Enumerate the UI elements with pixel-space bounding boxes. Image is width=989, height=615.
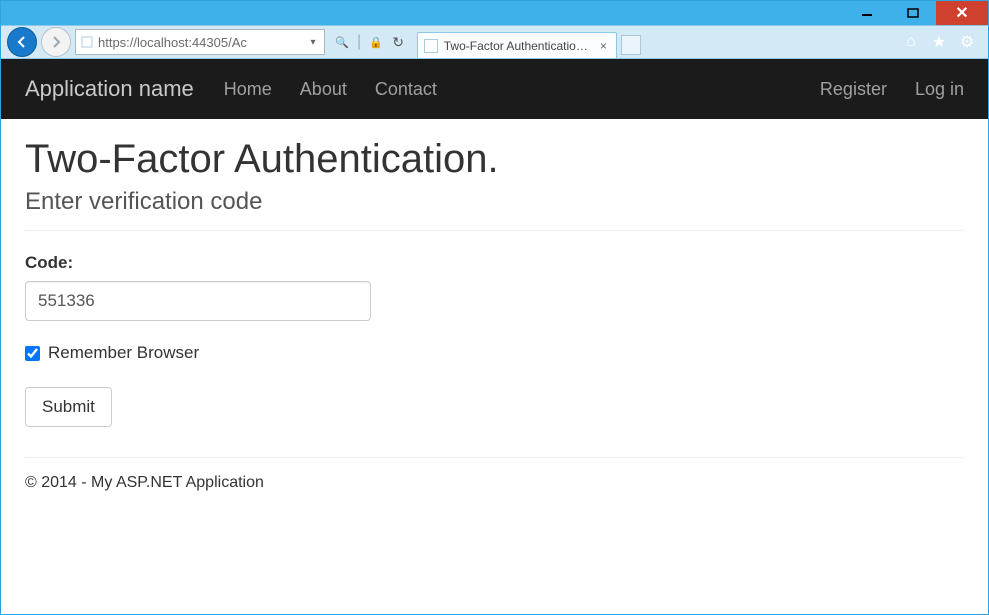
nav-login[interactable]: Log in (915, 79, 964, 100)
remember-label: Remember Browser (48, 343, 199, 363)
footer-divider (25, 457, 964, 458)
browser-window: ✕ https://localhost:44305/Ac ▾ 🔍 | 🔒 ↻ (0, 0, 989, 615)
search-icon[interactable]: 🔍 (335, 35, 349, 49)
close-button[interactable]: ✕ (936, 1, 988, 25)
nav-right: Register Log in (820, 79, 964, 100)
browser-toolbar: https://localhost:44305/Ac ▾ 🔍 | 🔒 ↻ Two… (1, 25, 988, 59)
address-bar[interactable]: https://localhost:44305/Ac ▾ (75, 29, 325, 55)
refresh-icon[interactable]: ↻ (391, 35, 405, 49)
site-navbar: Application name Home About Contact Regi… (1, 59, 988, 119)
forward-button[interactable] (41, 27, 71, 57)
maximize-icon (907, 7, 919, 19)
tab-strip: Two-Factor Authentication ... × (417, 26, 641, 58)
browser-tab[interactable]: Two-Factor Authentication ... × (417, 32, 617, 58)
window-titlebar: ✕ (1, 1, 988, 25)
favorites-icon[interactable]: ★ (930, 33, 948, 51)
lock-icon: 🔒 (369, 35, 383, 49)
nav-about[interactable]: About (300, 79, 347, 100)
maximize-button[interactable] (890, 1, 936, 25)
browser-command-icons: ⌂ ★ ⚙ (902, 33, 982, 51)
tab-close-button[interactable]: × (597, 39, 611, 53)
footer-text: © 2014 - My ASP.NET Application (25, 474, 964, 492)
remember-row: Remember Browser (25, 343, 964, 363)
brand-link[interactable]: Application name (25, 76, 194, 102)
address-actions: 🔍 | 🔒 ↻ (335, 33, 405, 51)
submit-button[interactable]: Submit (25, 387, 112, 427)
code-label: Code: (25, 253, 964, 273)
toolbar-separator: | (357, 33, 361, 51)
home-icon[interactable]: ⌂ (902, 33, 920, 51)
page-viewport: Application name Home About Contact Regi… (1, 59, 988, 614)
url-field[interactable]: https://localhost:44305/Ac (98, 35, 302, 50)
page-subtitle: Enter verification code (25, 188, 964, 216)
minimize-icon (861, 7, 873, 19)
back-button[interactable] (7, 27, 37, 57)
arrow-right-icon (48, 34, 64, 50)
nav-register[interactable]: Register (820, 79, 887, 100)
arrow-left-icon (14, 34, 30, 50)
settings-icon[interactable]: ⚙ (958, 33, 976, 51)
dropdown-icon[interactable]: ▾ (306, 35, 320, 49)
close-icon: ✕ (955, 3, 968, 23)
nav-contact[interactable]: Contact (375, 79, 437, 100)
page-security-icon (80, 35, 94, 49)
nav-home[interactable]: Home (224, 79, 272, 100)
nav-links: Home About Contact (224, 79, 437, 100)
code-input[interactable] (25, 281, 371, 321)
main-content: Two-Factor Authentication. Enter verific… (1, 119, 988, 502)
remember-checkbox[interactable] (25, 346, 40, 361)
favicon-icon (424, 39, 438, 53)
new-tab-button[interactable] (621, 35, 641, 55)
divider (25, 230, 964, 231)
minimize-button[interactable] (844, 1, 890, 25)
tab-title: Two-Factor Authentication ... (444, 39, 591, 53)
code-group: Code: (25, 253, 964, 321)
page-title: Two-Factor Authentication. (25, 137, 964, 182)
